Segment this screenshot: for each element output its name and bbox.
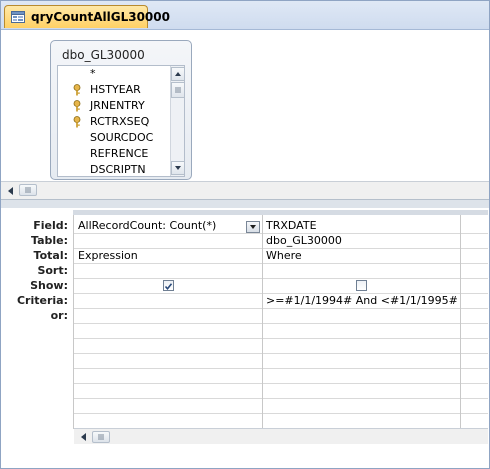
field-name: REFRENCE [90, 147, 149, 160]
field-item-sourcdoc[interactable]: SOURCDOC [58, 130, 166, 146]
field-item-all[interactable]: * [58, 66, 166, 82]
grid-cell-criteria[interactable]: >=#1/1/1994# And <#1/1/1995# [266, 293, 458, 308]
field-list[interactable]: * HSTYEAR JRNENTRY RCTRXSEQ SOURCDOC REF… [57, 65, 185, 177]
row-label-field: Field: [33, 219, 68, 232]
table-field-list-window[interactable]: dbo_GL30000 * HSTYEAR JRNENTRY RCTRXSEQ … [50, 40, 192, 180]
row-label-total: Total: [33, 249, 68, 262]
field-name: SOURCDOC [90, 131, 154, 144]
grid-column-divider [460, 215, 461, 429]
chevron-down-icon [250, 225, 256, 229]
grid-cell-field[interactable]: AllRecordCount: Count(*) [78, 218, 216, 233]
query-icon [11, 11, 25, 23]
field-name: HSTYEAR [90, 83, 141, 96]
grid-cell-field[interactable]: TRXDATE [266, 218, 317, 233]
field-name: DSCRIPTN [90, 163, 146, 176]
row-label-or: or: [50, 309, 68, 322]
grid-line [74, 323, 488, 324]
arrow-up-icon [175, 72, 181, 76]
grid-line [74, 278, 488, 279]
document-tab-bar: qryCountAllGL30000 [1, 1, 489, 30]
grid-horizontal-scrollbar[interactable] [74, 428, 488, 445]
grid-line [74, 368, 488, 369]
grid-line [74, 263, 488, 264]
field-name: JRNENTRY [90, 99, 145, 112]
field-item-jrnentry[interactable]: JRNENTRY [58, 98, 166, 114]
grid-footer [1, 444, 489, 468]
field-item-dscriptn[interactable]: DSCRIPTN [58, 162, 166, 176]
field-item-refrence[interactable]: REFRENCE [58, 146, 166, 162]
document-tab[interactable]: qryCountAllGL30000 [4, 5, 170, 28]
field-item-rctrxseq[interactable]: RCTRXSEQ [58, 114, 166, 130]
scroll-thumb[interactable] [19, 184, 37, 196]
grid-line [74, 413, 488, 414]
scroll-up-button[interactable] [171, 67, 184, 81]
grid-column-divider [262, 215, 263, 429]
grid-cell-total[interactable]: Expression [78, 248, 138, 263]
arrow-left-icon[interactable] [5, 185, 17, 197]
field-item-hstyear[interactable]: HSTYEAR [58, 82, 166, 98]
scroll-thumb[interactable] [171, 82, 184, 98]
grip-icon [98, 434, 104, 440]
grid-cell-table[interactable]: dbo_GL30000 [266, 233, 342, 248]
grid-line [74, 353, 488, 354]
arrow-left-icon[interactable] [78, 431, 90, 443]
field-dropdown-button[interactable] [246, 221, 260, 233]
row-label-show: Show: [30, 279, 68, 292]
field-name: RCTRXSEQ [90, 115, 150, 128]
field-list-scrollbar[interactable] [170, 66, 184, 176]
show-checkbox[interactable] [163, 280, 174, 291]
diagram-horizontal-scrollbar[interactable] [1, 181, 489, 199]
scroll-down-button[interactable] [171, 161, 184, 175]
table-title: dbo_GL30000 [62, 48, 145, 62]
scroll-thumb[interactable] [92, 431, 110, 443]
document-tab-label: qryCountAllGL30000 [31, 10, 170, 24]
field-name: * [90, 67, 96, 80]
grid-line [74, 338, 488, 339]
checkmark-icon [164, 283, 173, 291]
show-checkbox[interactable] [356, 280, 367, 291]
primary-key-icon [73, 116, 81, 128]
arrow-down-icon [175, 166, 181, 170]
grid-cell-total[interactable]: Where [266, 248, 302, 263]
grid-line [74, 383, 488, 384]
grid-line [74, 308, 488, 309]
column-selector-bar[interactable] [73, 210, 488, 215]
row-label-sort: Sort: [37, 264, 68, 277]
grid-column-divider [73, 215, 74, 429]
grip-icon [175, 87, 181, 93]
grid-line [74, 398, 488, 399]
primary-key-icon [73, 100, 81, 112]
grip-icon [25, 187, 31, 193]
row-label-criteria: Criteria: [16, 294, 68, 307]
row-label-table: Table: [30, 234, 68, 247]
primary-key-icon [73, 84, 81, 96]
